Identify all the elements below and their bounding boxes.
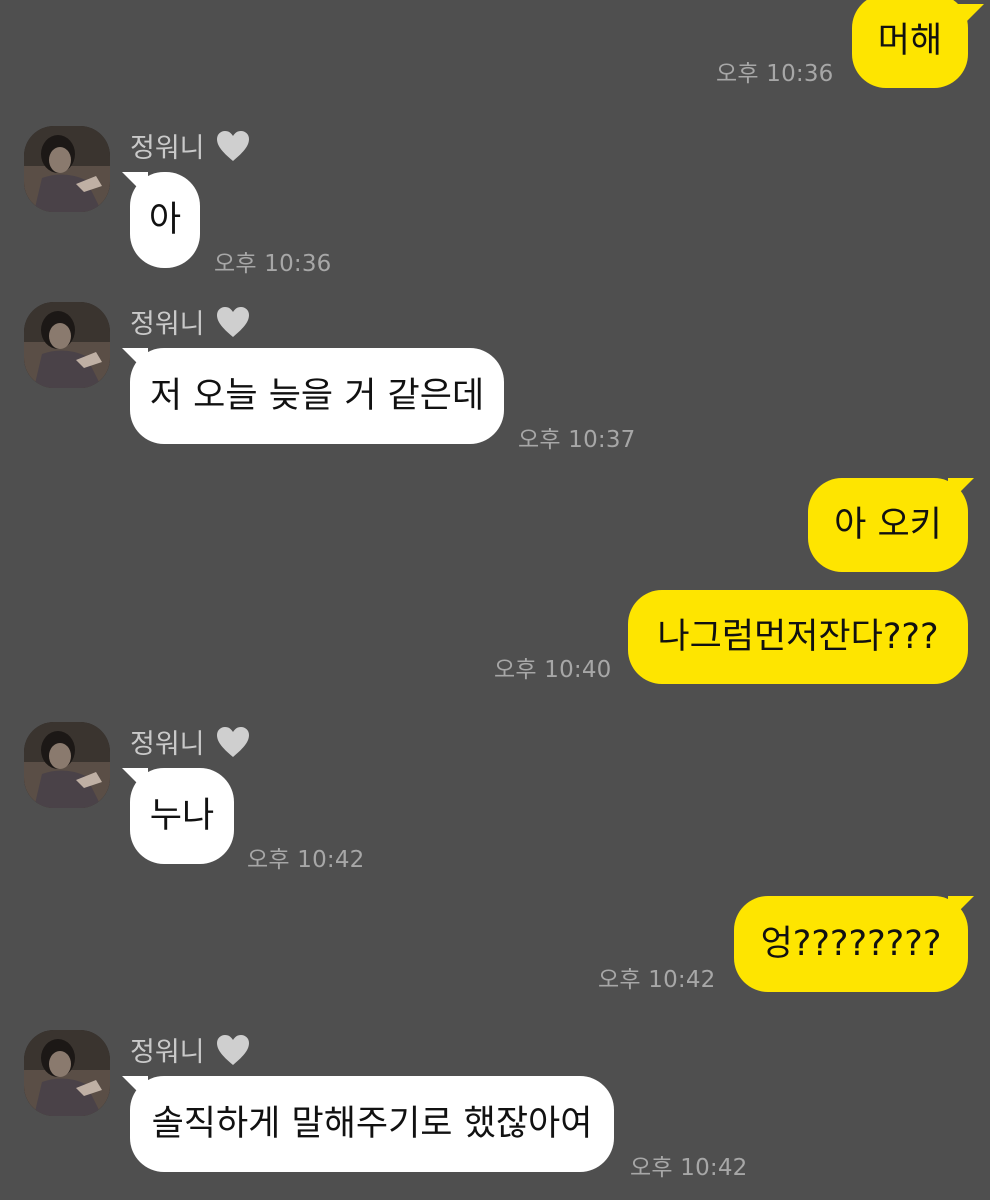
message-timestamp: 오후 10:37 — [518, 427, 636, 453]
incoming-message-bubble[interactable]: 아 — [130, 172, 200, 268]
message-timestamp: 오후 10:36 — [716, 61, 834, 87]
heart-icon — [216, 1034, 249, 1065]
bubble-tail — [958, 4, 984, 30]
outgoing-message-bubble[interactable]: 아 오키 — [808, 478, 968, 572]
sender-name: 정워니 — [130, 722, 251, 761]
message-timestamp: 오후 10:42 — [598, 967, 716, 993]
message-text: 엉???????? — [760, 924, 942, 964]
message-timestamp: 오후 10:36 — [214, 251, 332, 277]
outgoing-message-bubble[interactable]: 머해 — [852, 0, 968, 88]
message-timestamp: 오후 10:42 — [630, 1155, 748, 1181]
sender-name: 정워니 — [130, 302, 251, 341]
message-text: 아 오키 — [834, 505, 942, 545]
message-text: 머해 — [877, 21, 943, 61]
message-text: 솔직하게 말해주기로 했잖아여 — [151, 1104, 593, 1144]
outgoing-message-bubble[interactable]: 엉???????? — [734, 896, 968, 992]
incoming-message-bubble[interactable]: 저 오늘 늦을 거 같은데 — [130, 348, 504, 444]
message-text: 나그럼먼저잔다??? — [657, 617, 939, 657]
heart-icon — [216, 306, 249, 337]
bubble-tail — [948, 478, 974, 504]
contact-avatar[interactable] — [24, 126, 110, 212]
contact-avatar[interactable] — [24, 722, 110, 808]
outgoing-message-bubble[interactable]: 나그럼먼저잔다??? — [628, 590, 968, 684]
message-timestamp: 오후 10:42 — [247, 847, 365, 873]
contact-avatar[interactable] — [24, 1030, 110, 1116]
sender-name: 정워니 — [130, 1030, 251, 1069]
heart-icon — [216, 130, 249, 161]
chat-view[interactable]: 머해 오후 10:36 정워니 아 오후 10:36 정워니 저 오늘 늦을 거… — [0, 0, 990, 1200]
message-text: 아 — [148, 200, 182, 240]
contact-avatar[interactable] — [24, 302, 110, 388]
message-text: 누나 — [149, 796, 215, 836]
incoming-message-bubble[interactable]: 솔직하게 말해주기로 했잖아여 — [130, 1076, 614, 1172]
message-timestamp: 오후 10:40 — [494, 657, 612, 683]
sender-name: 정워니 — [130, 126, 251, 165]
heart-icon — [216, 726, 249, 757]
bubble-tail — [948, 896, 974, 922]
message-text: 저 오늘 늦을 거 같은데 — [149, 376, 485, 416]
incoming-message-bubble[interactable]: 누나 — [130, 768, 234, 864]
